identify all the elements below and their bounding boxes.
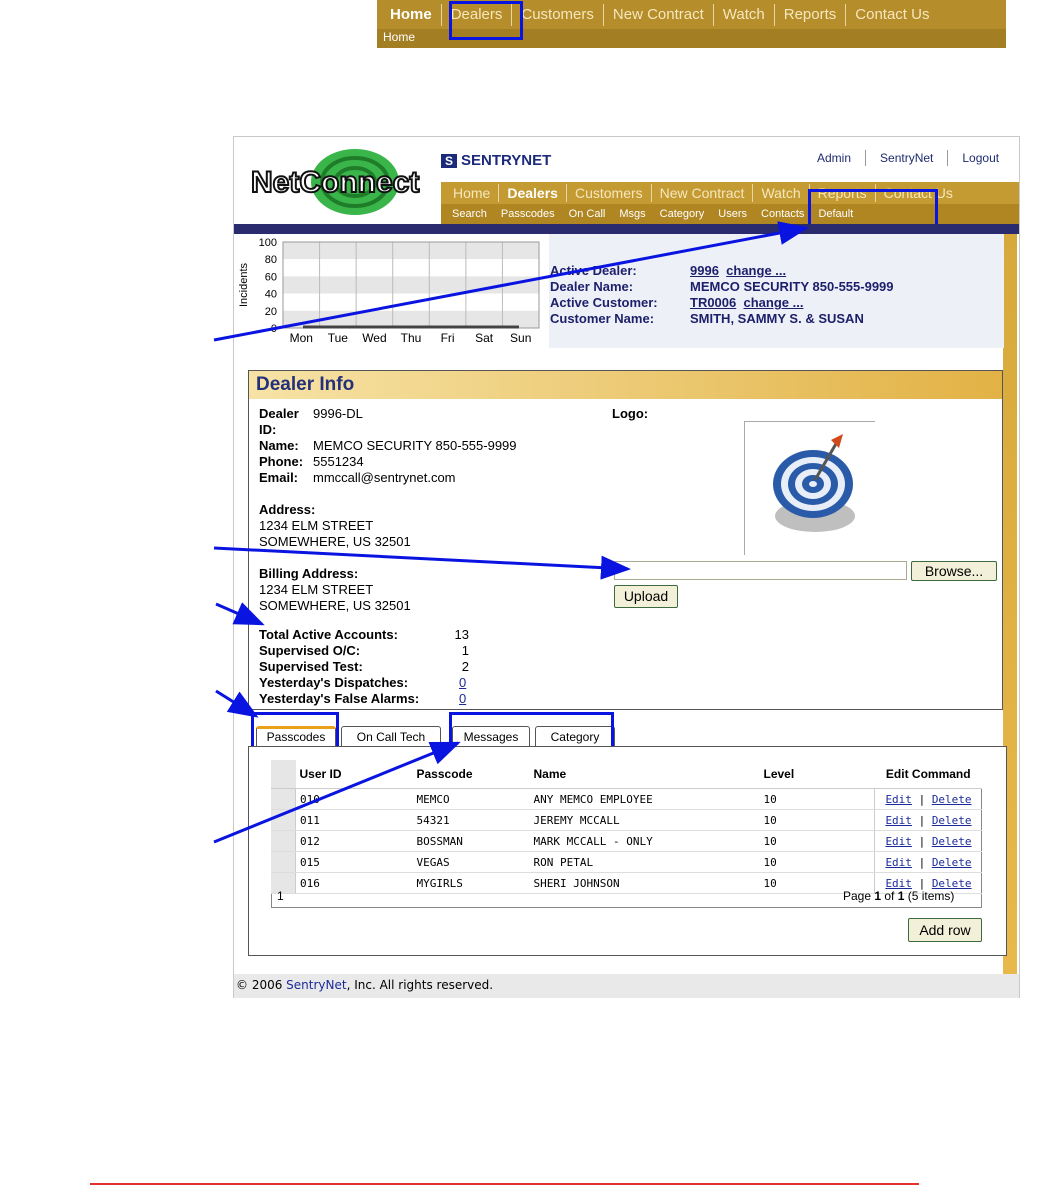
arrow-to-contacts	[213, 221, 809, 342]
page-bottom-rule	[90, 1183, 919, 1185]
arrow-to-messages-tab	[213, 741, 461, 844]
annotation-arrows	[213, 221, 809, 844]
arrow-to-stats	[215, 602, 265, 626]
arrow-to-passcodes-tab	[215, 689, 259, 718]
arrow-to-upload-input	[213, 546, 631, 580]
